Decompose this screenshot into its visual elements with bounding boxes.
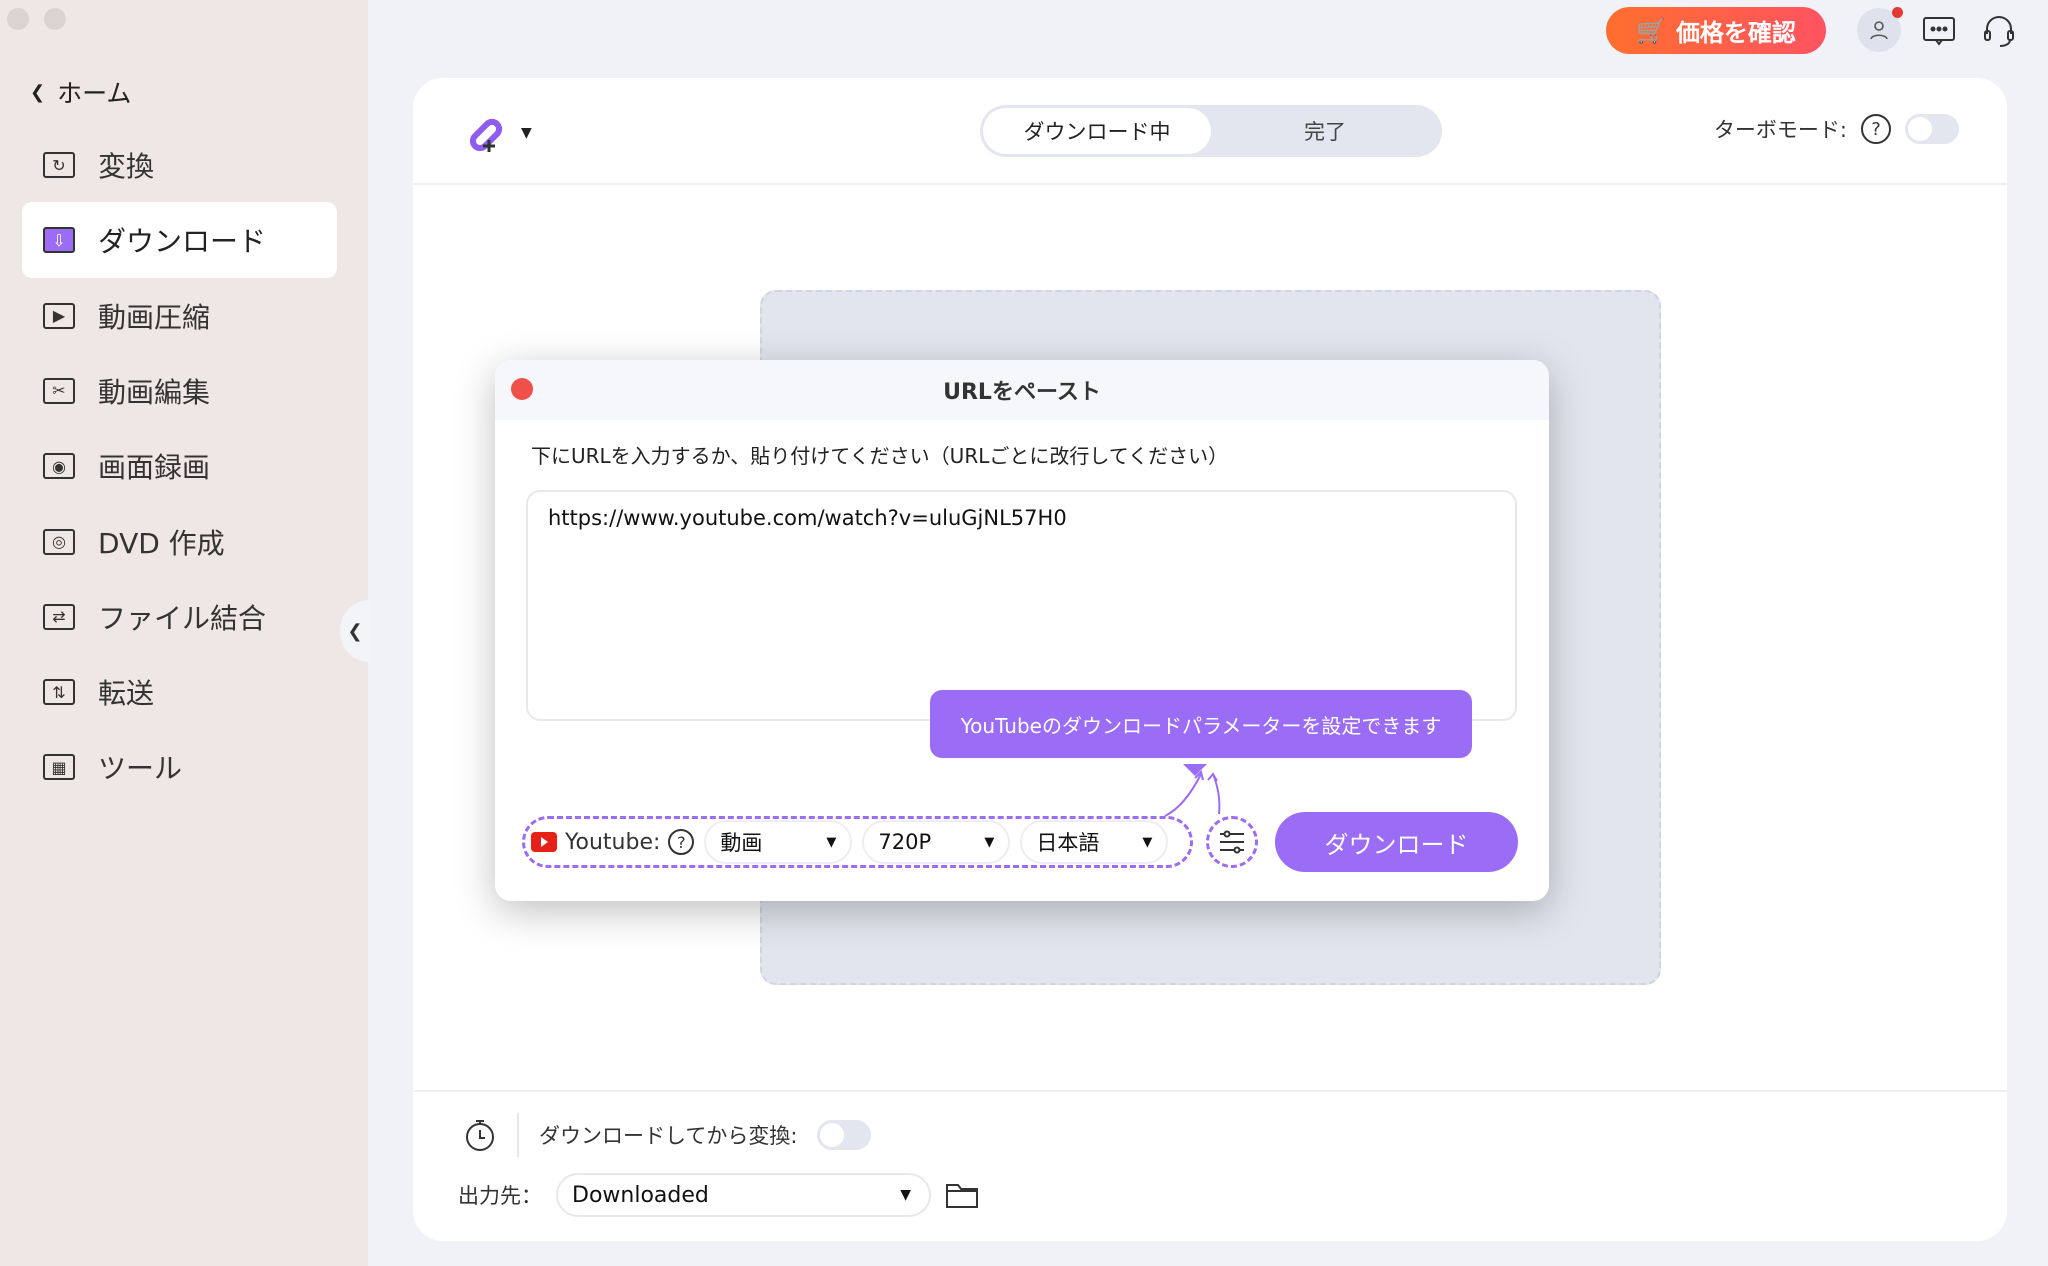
sidebar-item[interactable]: ◎ DVD 作成 xyxy=(22,504,337,580)
chevron-down-icon: ▼ xyxy=(1142,834,1153,850)
output-folder-select[interactable]: Downloaded ▼ xyxy=(556,1173,931,1217)
sidebar-item[interactable]: ⇅ 転送 xyxy=(22,654,337,730)
quality-select[interactable]: 720P ▼ xyxy=(862,820,1011,864)
output-row: 出力先： Downloaded ▼ xyxy=(458,1173,979,1217)
divider xyxy=(517,1113,519,1157)
chevron-down-icon: ▼ xyxy=(521,125,532,141)
sidebar-item[interactable]: ✂ 動画編集 xyxy=(22,353,337,429)
language-select[interactable]: 日本語 ▼ xyxy=(1020,820,1169,864)
link-add-icon xyxy=(469,118,503,152)
params-settings-button[interactable] xyxy=(1206,816,1258,868)
chevron-left-icon: ❮ xyxy=(347,620,363,642)
sidebar-item[interactable]: ↻ 変換 xyxy=(22,127,337,203)
sidebar-item[interactable]: ▶ 動画圧縮 xyxy=(22,278,337,354)
screen-record-icon: ◉ xyxy=(42,451,76,481)
tab-downloading[interactable]: ダウンロード中 xyxy=(983,108,1211,154)
chevron-down-icon: ▼ xyxy=(984,834,995,850)
merge-icon: ⇄ xyxy=(42,602,76,632)
url-textarea[interactable]: https://www.youtube.com/watch?v=uluGjNL5… xyxy=(526,490,1517,721)
turbo-mode-toggle[interactable] xyxy=(1905,114,1959,144)
transfer-icon: ⇅ xyxy=(42,677,76,707)
chat-icon[interactable] xyxy=(1920,12,1958,50)
cart-icon: 🛒 xyxy=(1636,16,1666,45)
divider xyxy=(413,1090,2007,1092)
sidebar: ❮ ホーム ↻ 変換 ⇩ ダウンロード ▶ 動画圧縮 ✂ 動画編集 ◉ 画面録画 ◎ DVD 作成 ⇄ ファ… xyxy=(0,0,370,1266)
download-icon: ⇩ xyxy=(42,225,76,255)
folder-icon[interactable] xyxy=(945,1181,979,1209)
chevron-down-icon: ▼ xyxy=(900,1187,911,1203)
compress-icon: ▶ xyxy=(42,301,76,331)
youtube-params-group: Youtube:? 動画 ▼ 720P ▼ 日本語 ▼ xyxy=(522,816,1193,868)
sidebar-item-label: 変換 xyxy=(98,150,155,183)
support-headset-icon[interactable] xyxy=(1980,12,2018,50)
turbo-mode: ターボモード:? xyxy=(1714,114,1959,144)
paste-url-dialog: URLをペースト 下にURLを入力するか、貼り付けてください（URLごとに改行し… xyxy=(495,360,1549,901)
dialog-header: URLをペースト xyxy=(495,360,1549,420)
sliders-icon xyxy=(1220,830,1244,854)
sidebar-item-label: ファイル結合 xyxy=(98,601,267,635)
youtube-icon xyxy=(531,832,557,852)
notification-dot xyxy=(1892,7,1903,18)
sidebar-item[interactable]: ▦ ツール xyxy=(22,729,337,805)
download-button[interactable]: ダウンロード xyxy=(1275,812,1518,872)
close-button[interactable] xyxy=(511,378,533,400)
dialog-title: URLをペースト xyxy=(943,380,1101,405)
scissors-icon: ✂ xyxy=(42,376,76,406)
tab-completed[interactable]: 完了 xyxy=(1211,108,1439,154)
sidebar-item-label: 転送 xyxy=(98,677,155,711)
divider xyxy=(413,183,2007,185)
timer-icon[interactable] xyxy=(463,1117,497,1153)
sidebar-item[interactable]: ◉ 画面録画 xyxy=(22,428,337,504)
download-status-tabs: ダウンロード中 完了 xyxy=(980,105,1442,157)
user-icon xyxy=(1870,21,1888,40)
sidebar-item-label: ダウンロード xyxy=(98,225,267,259)
toolbox-icon: ▦ xyxy=(42,752,76,782)
chevron-left-icon: ❮ xyxy=(30,81,46,103)
check-price-button[interactable]: 🛒 価格を確認 xyxy=(1606,7,1826,54)
sidebar-item-label: 画面録画 xyxy=(98,451,211,485)
convert-icon: ↻ xyxy=(42,150,76,180)
add-url-button[interactable]: ▼ xyxy=(465,110,532,156)
sidebar-item-label: ツール xyxy=(98,752,183,786)
sidebar-item-label: 動画編集 xyxy=(98,375,211,409)
home-link[interactable]: ❮ ホーム xyxy=(30,74,131,110)
collapse-sidebar-button[interactable]: ❮ xyxy=(340,600,370,662)
sidebar-item-label: DVD 作成 xyxy=(98,526,225,560)
dvd-icon: ◎ xyxy=(42,527,76,557)
help-icon[interactable]: ? xyxy=(668,829,695,855)
sidebar-item[interactable]: ⇄ ファイル結合 xyxy=(22,579,337,655)
window-minimize-button[interactable] xyxy=(44,8,66,30)
chevron-down-icon: ▼ xyxy=(826,834,837,850)
convert-after-download-toggle[interactable] xyxy=(817,1120,872,1150)
type-select[interactable]: 動画 ▼ xyxy=(704,820,853,864)
convert-after-download-row: ダウンロードしてから変換: xyxy=(463,1113,872,1157)
window-close-button[interactable] xyxy=(7,8,29,30)
account-button[interactable] xyxy=(1857,7,1903,52)
tooltip: YouTubeのダウンロードパラメーターを設定できます xyxy=(930,690,1472,776)
sidebar-item-label: 動画圧縮 xyxy=(98,300,211,334)
arrow-icon xyxy=(1164,770,1221,817)
sidebar-item[interactable]: ⇩ ダウンロード xyxy=(22,202,337,279)
help-icon[interactable]: ? xyxy=(1861,114,1891,144)
instruction-text: 下にURLを入力するか、貼り付けてください（URLごとに改行してください） xyxy=(531,444,1229,468)
